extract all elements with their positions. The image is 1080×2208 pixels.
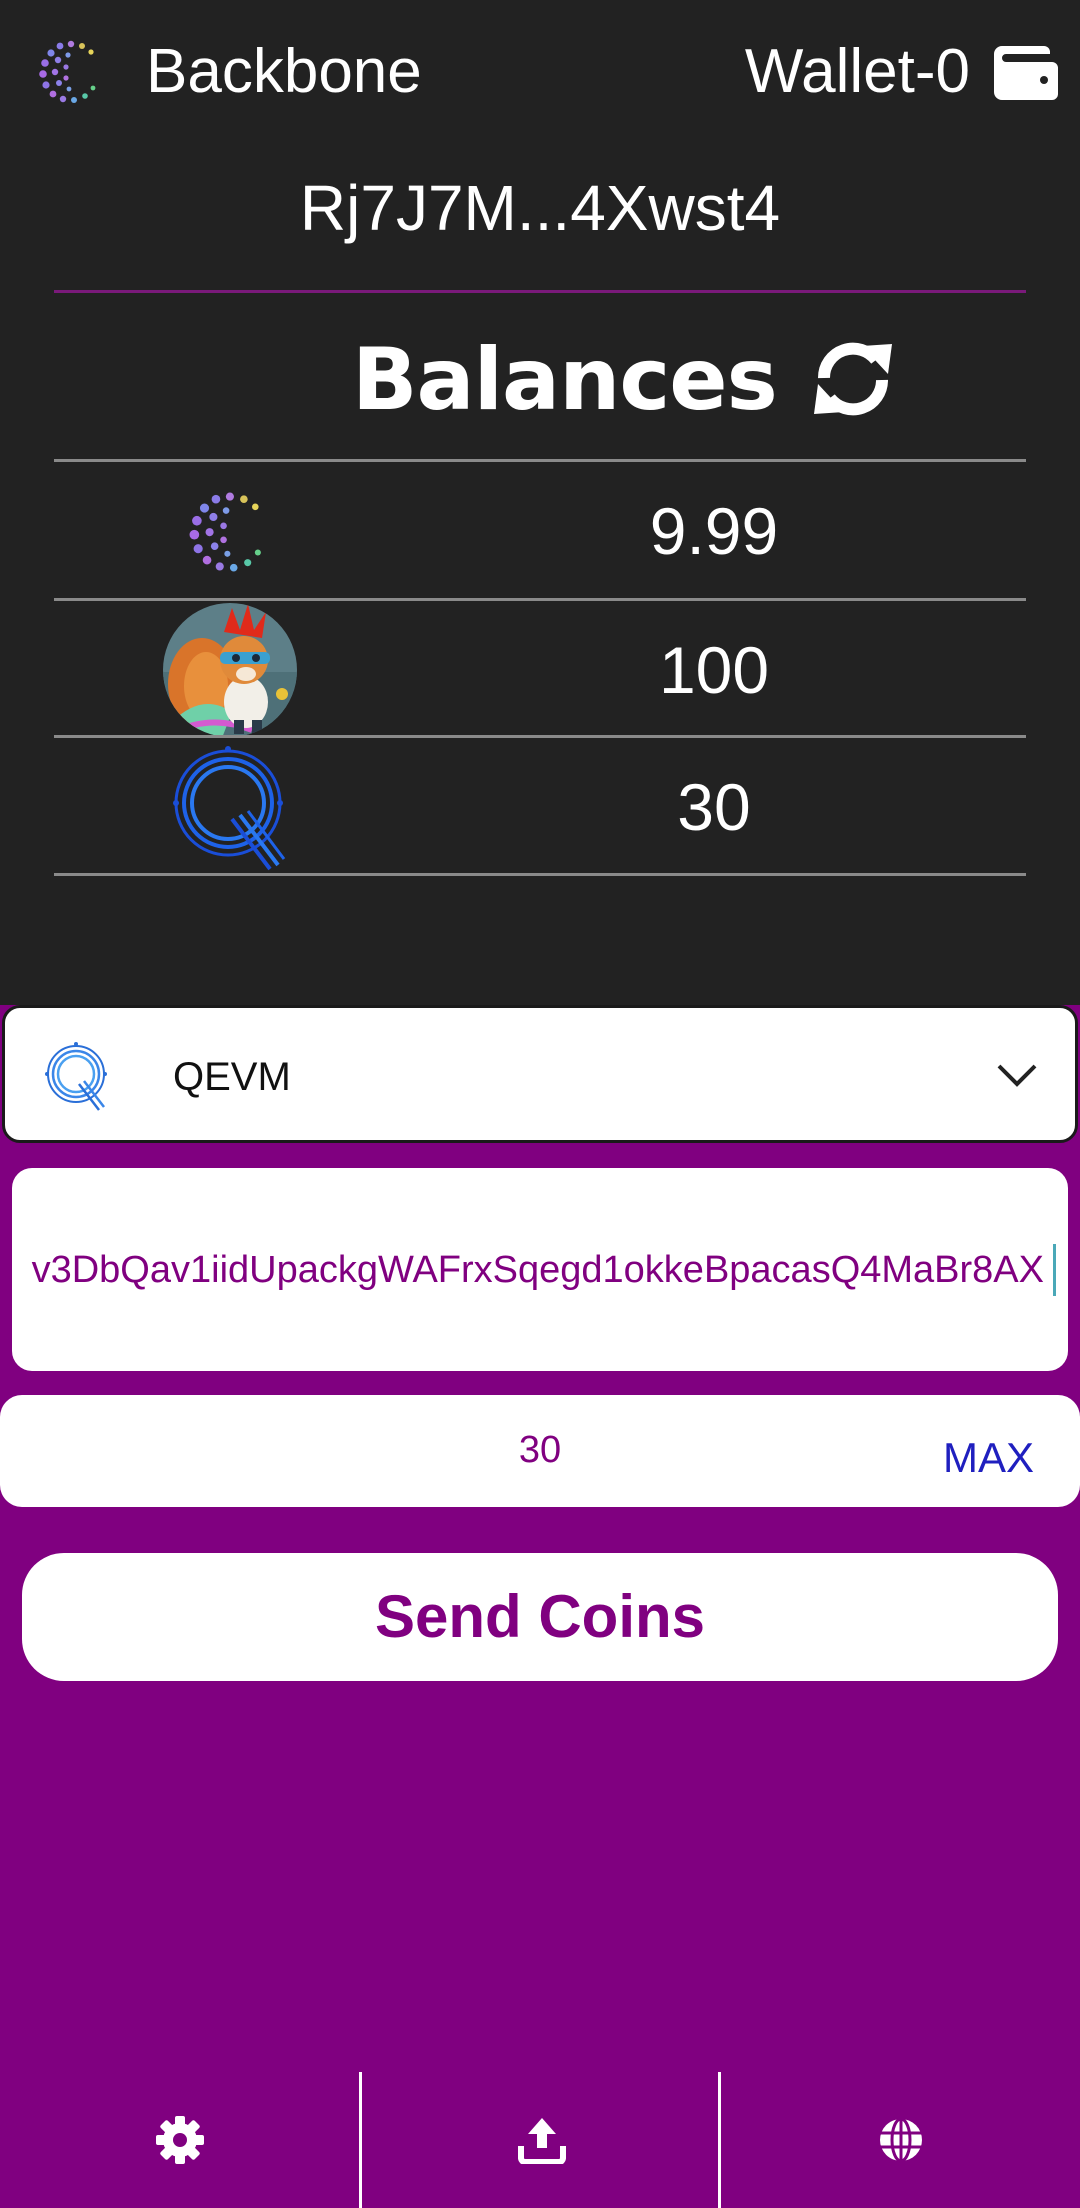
app-title: Backbone [146, 37, 422, 106]
nav-send[interactable] [362, 2072, 721, 2208]
amount-input[interactable]: 30 MAX [0, 1395, 1080, 1507]
token-balance: 100 [658, 633, 770, 707]
send-coins-button[interactable]: Send Coins [22, 1553, 1058, 1681]
amount-value: 30 [518, 1429, 562, 1471]
qevm-token-icon [45, 1042, 107, 1111]
app-header: Backbone Wallet-0 [0, 0, 1080, 145]
balance-row: 30 [54, 739, 1026, 874]
gear-icon [156, 2116, 204, 2164]
bottom-nav [0, 2072, 1080, 2208]
chevron-down-icon[interactable] [995, 1058, 1039, 1094]
divider [54, 873, 1026, 876]
wallet-name[interactable]: Wallet-0 [745, 36, 970, 108]
selected-token-label: QEVM [173, 1055, 291, 1099]
token-balance: 9.99 [649, 494, 779, 568]
token-balance: 30 [677, 770, 751, 844]
token-selector[interactable]: QEVM [2, 1005, 1078, 1143]
wallet-overview-panel: Backbone Wallet-0 Rj7J7M...4Xwst4 Balanc… [0, 0, 1080, 1005]
qevm-token-icon [173, 746, 286, 871]
wallet-icon[interactable] [994, 42, 1058, 100]
divider [54, 735, 1026, 738]
max-button[interactable]: MAX [943, 1433, 1034, 1483]
squirrel-token-icon [163, 603, 297, 737]
divider [54, 459, 1026, 462]
divider [54, 290, 1026, 293]
recipient-address-input[interactable]: v3DbQav1iidUpackgWAFrxSqegd1okkeBpacasQ4… [12, 1168, 1068, 1371]
nav-network[interactable] [721, 2072, 1080, 2208]
refresh-icon[interactable] [810, 338, 896, 420]
nav-settings[interactable] [0, 2072, 359, 2208]
upload-icon [518, 2118, 566, 2164]
balances-title: Balances [352, 330, 778, 430]
wallet-address[interactable]: Rj7J7M...4Xwst4 [0, 168, 1080, 248]
backbone-token-icon [189, 492, 261, 572]
balance-row: 9.99 [54, 463, 1026, 598]
divider [54, 598, 1026, 601]
balance-row: 100 [54, 602, 1026, 737]
backbone-logo-icon [39, 40, 96, 103]
globe-icon [880, 2117, 922, 2163]
recipient-address-value: v3DbQav1iidUpackgWAFrxSqegd1okkeBpacasQ4… [31, 1249, 1044, 1291]
text-cursor [1053, 1244, 1056, 1296]
